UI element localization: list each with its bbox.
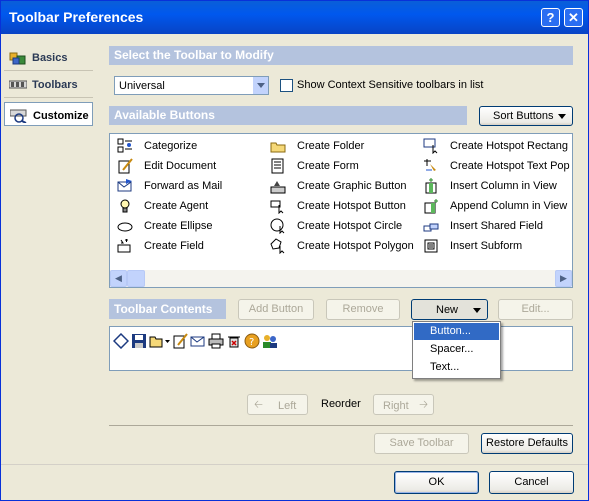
arrow-right-icon: 🡢 — [419, 399, 428, 411]
new-button-label: New — [436, 304, 459, 316]
title-bar[interactable]: Toolbar Preferences ? ✕ — [1, 1, 588, 34]
context-sensitive-checkbox[interactable] — [280, 79, 293, 92]
ellipse-icon — [117, 218, 133, 234]
sort-buttons-label: Sort Buttons — [493, 110, 554, 122]
hotspot-polygon-icon — [270, 238, 286, 254]
field-icon — [117, 238, 133, 254]
toolbar-preferences-dialog: Toolbar Preferences ? ✕ Basics Toolbars … — [0, 0, 589, 501]
edit-button[interactable]: Edit... — [498, 299, 573, 320]
toolbar-contents-box[interactable]: ? — [109, 326, 573, 371]
toolbar-open-icon[interactable] — [113, 333, 129, 349]
edit-document-icon — [117, 158, 133, 174]
folder-icon — [270, 138, 286, 154]
sidebar: Basics Toolbars Customize — [4, 45, 93, 491]
edit-icon[interactable] — [172, 333, 188, 349]
remove-button[interactable]: Remove — [326, 299, 400, 320]
sidebar-item-toolbars[interactable]: Toolbars — [4, 72, 93, 98]
agent-icon — [117, 198, 133, 214]
categorize-icon — [117, 138, 133, 154]
sidebar-item-label: Toolbars — [32, 79, 78, 91]
delete-icon[interactable] — [226, 333, 242, 349]
restore-defaults-button[interactable]: Restore Defaults — [481, 433, 573, 454]
scroll-right-icon[interactable]: ▶ — [555, 270, 572, 287]
toolbars-icon — [9, 78, 27, 92]
cancel-button[interactable]: Cancel — [489, 471, 574, 494]
menu-item-text[interactable]: Text... — [414, 359, 499, 376]
move-left-label: Left — [278, 400, 297, 412]
context-sensitive-label: Show Context Sensitive toolbars in list — [297, 79, 484, 91]
save-icon[interactable] — [131, 333, 147, 349]
users-icon[interactable] — [262, 333, 278, 349]
divider — [109, 425, 573, 426]
help-button[interactable]: ? — [541, 8, 560, 27]
move-left-button[interactable]: 🡠 Left — [247, 394, 308, 415]
horizontal-scrollbar[interactable]: ◀ ▶ — [110, 270, 572, 287]
window-title: Toolbar Preferences — [9, 9, 144, 25]
move-right-button[interactable]: Right 🡢 — [373, 394, 434, 415]
save-toolbar-button[interactable]: Save Toolbar — [374, 433, 469, 454]
close-button[interactable]: ✕ — [564, 8, 583, 27]
insert-column-icon — [423, 178, 439, 194]
hotspot-text-pop-icon — [423, 158, 439, 174]
footer-divider — [1, 464, 588, 465]
sidebar-item-label: Customize — [33, 110, 89, 122]
sidebar-item-basics[interactable]: Basics — [4, 45, 93, 71]
available-buttons-list[interactable]: Categorize Edit Document Forward as Mail… — [109, 133, 573, 288]
available-buttons-heading: Available Buttons — [109, 106, 467, 125]
new-arrow-icon — [473, 308, 481, 313]
select-toolbar-heading: Select the Toolbar to Modify — [109, 46, 573, 65]
toolbar-select-value: Universal — [119, 80, 165, 92]
forward-mail-icon — [117, 178, 133, 194]
svg-text:?: ? — [249, 337, 254, 348]
sort-buttons-button[interactable]: Sort Buttons — [479, 106, 573, 126]
help-icon[interactable]: ? — [244, 333, 260, 349]
new-dropdown-menu: Button... Spacer... Text... — [412, 321, 501, 379]
arrow-left-icon: 🡠 — [254, 399, 263, 411]
chevron-down-icon[interactable] — [252, 77, 268, 94]
sidebar-item-label: Basics — [32, 52, 68, 64]
scroll-thumb[interactable] — [127, 270, 145, 287]
toolbar-contents-heading: Toolbar Contents — [109, 299, 226, 319]
ok-button[interactable]: OK — [394, 471, 479, 494]
new-button[interactable]: New — [411, 299, 488, 320]
sort-arrow-icon — [558, 114, 566, 119]
reorder-label: Reorder — [321, 398, 361, 410]
subform-icon — [423, 238, 439, 254]
customize-icon — [10, 109, 28, 123]
add-button-button[interactable]: Add Button — [238, 299, 314, 320]
hotspot-rectangle-icon — [423, 138, 439, 154]
menu-item-button[interactable]: Button... — [414, 323, 499, 340]
sidebar-item-customize[interactable]: Customize — [4, 102, 93, 126]
scroll-left-icon[interactable]: ◀ — [110, 270, 127, 287]
menu-item-spacer[interactable]: Spacer... — [414, 341, 499, 358]
hotspot-circle-icon — [270, 218, 286, 234]
open-folder-icon[interactable] — [149, 333, 171, 349]
hotspot-button-icon — [270, 198, 286, 214]
print-icon[interactable] — [208, 333, 224, 349]
graphic-button-icon — [270, 178, 286, 194]
append-column-icon — [423, 198, 439, 214]
shared-field-icon — [423, 218, 439, 234]
toolbar-select[interactable]: Universal — [114, 76, 269, 95]
forward-icon[interactable] — [190, 333, 206, 349]
form-icon — [270, 158, 286, 174]
move-right-label: Right — [383, 400, 409, 412]
basics-icon — [9, 51, 27, 65]
